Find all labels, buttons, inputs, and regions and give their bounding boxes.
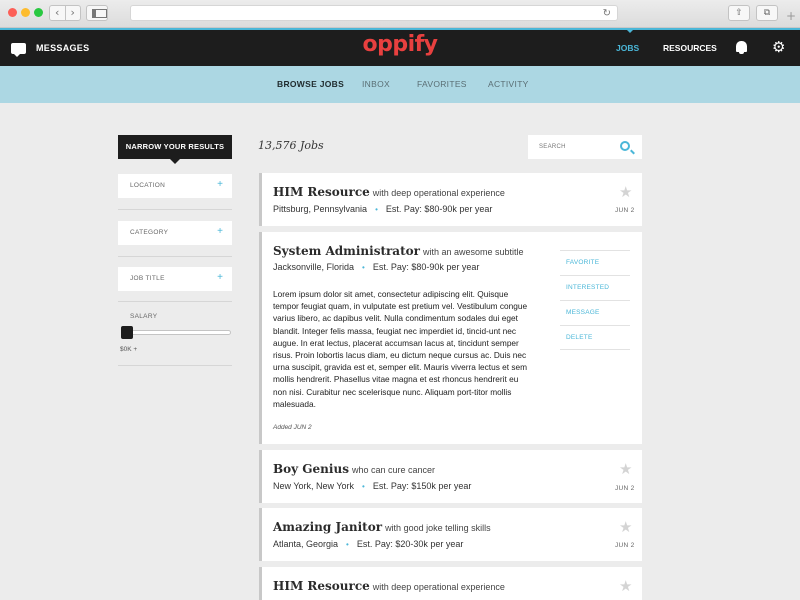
job-date: JUN 2 <box>615 485 635 492</box>
forward-icon[interactable]: › <box>64 6 81 20</box>
job-title[interactable]: System Administrator with an awesome subt… <box>273 244 524 258</box>
job-location: New York, New York <box>273 481 355 491</box>
star-icon[interactable]: ★ <box>619 518 632 536</box>
location-filter[interactable]: LOCATION + <box>118 174 232 198</box>
job-title-text: Boy Genius <box>273 462 349 476</box>
bullet-separator: • <box>375 205 378 214</box>
added-date: Added JUN 2 <box>273 424 312 431</box>
message-action[interactable]: MESSAGE <box>560 300 630 325</box>
nav-jobs[interactable]: JOBS <box>616 28 639 66</box>
job-location: Atlanta, Georgia <box>273 539 339 549</box>
tab-activity[interactable]: ACTIVITY <box>488 66 529 103</box>
job-title[interactable]: HIM Resource with deep operational experi… <box>273 579 505 593</box>
category-filter-label: CATEGORY <box>130 229 169 236</box>
job-date: JUN 2 <box>615 542 635 549</box>
job-title[interactable]: Boy Genius who can cure cancer <box>273 462 435 476</box>
job-title[interactable]: Amazing Janitor with good joke telling sk… <box>273 520 491 534</box>
job-pay: Est. Pay: $80-90k per year <box>372 262 480 272</box>
job-title-text: HIM Resource <box>273 579 370 593</box>
minimize-window-button[interactable] <box>21 8 30 17</box>
job-pay: Est. Pay: $20-30k per year <box>356 539 464 549</box>
bell-icon[interactable] <box>736 41 747 54</box>
subnav: BROWSE JOBS INBOX FAVORITES ACTIVITY <box>0 66 800 103</box>
job-card-expanded[interactable]: System Administrator with an awesome subt… <box>259 232 642 444</box>
job-subtitle: with good joke telling skills <box>385 523 491 533</box>
interested-action[interactable]: INTERESTED <box>560 275 630 300</box>
delete-action[interactable]: DELETE <box>560 325 630 350</box>
address-bar[interactable]: ↻ <box>130 5 618 21</box>
job-meta: Pittsburg, Pennsylvania • Est. Pay: $80-90… <box>273 204 492 214</box>
job-card[interactable]: Boy Genius who can cure cancer New York, … <box>259 450 642 503</box>
star-icon[interactable]: ★ <box>619 460 632 478</box>
close-window-button[interactable] <box>8 8 17 17</box>
job-meta: Jacksonville, Florida • Est. Pay: $80-90k … <box>273 262 479 272</box>
divider <box>118 365 232 366</box>
bullet-separator: • <box>346 540 349 549</box>
tab-inbox[interactable]: INBOX <box>362 66 390 103</box>
tab-favorites[interactable]: FAVORITES <box>417 66 467 103</box>
job-card[interactable]: Amazing Janitor with good joke telling sk… <box>259 508 642 561</box>
job-location: Pittsburg, Pennsylvania <box>273 204 368 214</box>
job-subtitle: with deep operational experience <box>372 188 505 198</box>
history-nav: ‹ › <box>49 5 81 21</box>
salary-slider-track[interactable] <box>123 330 231 335</box>
salary-value: $0K + <box>120 346 138 353</box>
divider <box>118 301 232 302</box>
favorite-action[interactable]: FAVORITE <box>560 250 630 275</box>
new-tab-icon[interactable]: + <box>786 9 796 23</box>
divider <box>118 209 232 210</box>
job-actions: FAVORITE INTERESTED MESSAGE DELETE <box>560 250 630 350</box>
tabs-overview-icon[interactable]: ⧉ <box>756 5 778 21</box>
app-header: MESSAGES oppify JOBS RESOURCES ⚙ <box>0 28 800 66</box>
job-meta: Atlanta, Georgia • Est. Pay: $20-30k per y… <box>273 539 463 549</box>
location-filter-label: LOCATION <box>130 182 166 189</box>
bullet-separator: • <box>362 263 365 272</box>
star-icon[interactable]: ★ <box>619 183 632 201</box>
job-description: Lorem ipsum dolor sit amet, consectetur … <box>273 289 528 409</box>
job-location: Jacksonville, Florida <box>273 262 355 272</box>
reload-icon[interactable]: ↻ <box>603 6 611 21</box>
job-card[interactable]: HIM Resource with deep operational experi… <box>259 173 642 226</box>
browser-toolbar: ‹ › ↻ ⇧ ⧉ + <box>0 0 800 28</box>
sidebar-toggle-icon[interactable] <box>86 5 108 21</box>
job-subtitle: with an awesome subtitle <box>422 247 524 257</box>
job-date: JUN 2 <box>615 207 635 214</box>
job-count: 13,576 Jobs <box>258 139 324 152</box>
job-title-filter[interactable]: JOB TITLE + <box>118 267 232 291</box>
job-title-text: Amazing Janitor <box>273 520 383 534</box>
job-subtitle: who can cure cancer <box>351 465 435 475</box>
salary-slider-handle[interactable] <box>121 326 133 339</box>
search-box[interactable]: SEARCH <box>528 135 642 159</box>
expand-plus-icon[interactable]: + <box>217 221 223 243</box>
job-title-text: System Administrator <box>273 244 420 258</box>
search-input[interactable]: SEARCH <box>539 135 566 159</box>
job-subtitle: with deep operational experience <box>372 582 505 592</box>
job-title-text: HIM Resource <box>273 185 370 199</box>
job-pay: Est. Pay: $80-90k per year <box>385 204 493 214</box>
tab-browse-jobs[interactable]: BROWSE JOBS <box>277 66 344 103</box>
expand-plus-icon[interactable]: + <box>217 267 223 289</box>
star-icon[interactable]: ★ <box>619 577 632 595</box>
job-title[interactable]: HIM Resource with deep operational experi… <box>273 185 505 199</box>
category-filter[interactable]: CATEGORY + <box>118 221 232 245</box>
job-pay: Est. Pay: $150k per year <box>372 481 472 491</box>
expand-plus-icon[interactable]: + <box>217 174 223 196</box>
gear-icon[interactable]: ⚙ <box>772 40 787 55</box>
nav-resources[interactable]: RESOURCES <box>663 30 717 66</box>
narrow-results-heading: NARROW YOUR RESULTS <box>118 135 232 164</box>
bullet-separator: • <box>362 482 365 491</box>
salary-label: SALARY <box>130 313 158 320</box>
search-icon[interactable] <box>620 141 630 151</box>
divider <box>118 256 232 257</box>
job-meta: New York, New York • Est. Pay: $150k per y… <box>273 481 471 491</box>
back-icon[interactable]: ‹ <box>50 6 65 20</box>
job-card[interactable]: HIM Resource with deep operational experi… <box>259 567 642 600</box>
share-icon[interactable]: ⇧ <box>728 5 750 21</box>
zoom-window-button[interactable] <box>34 8 43 17</box>
job-title-filter-label: JOB TITLE <box>130 275 165 282</box>
